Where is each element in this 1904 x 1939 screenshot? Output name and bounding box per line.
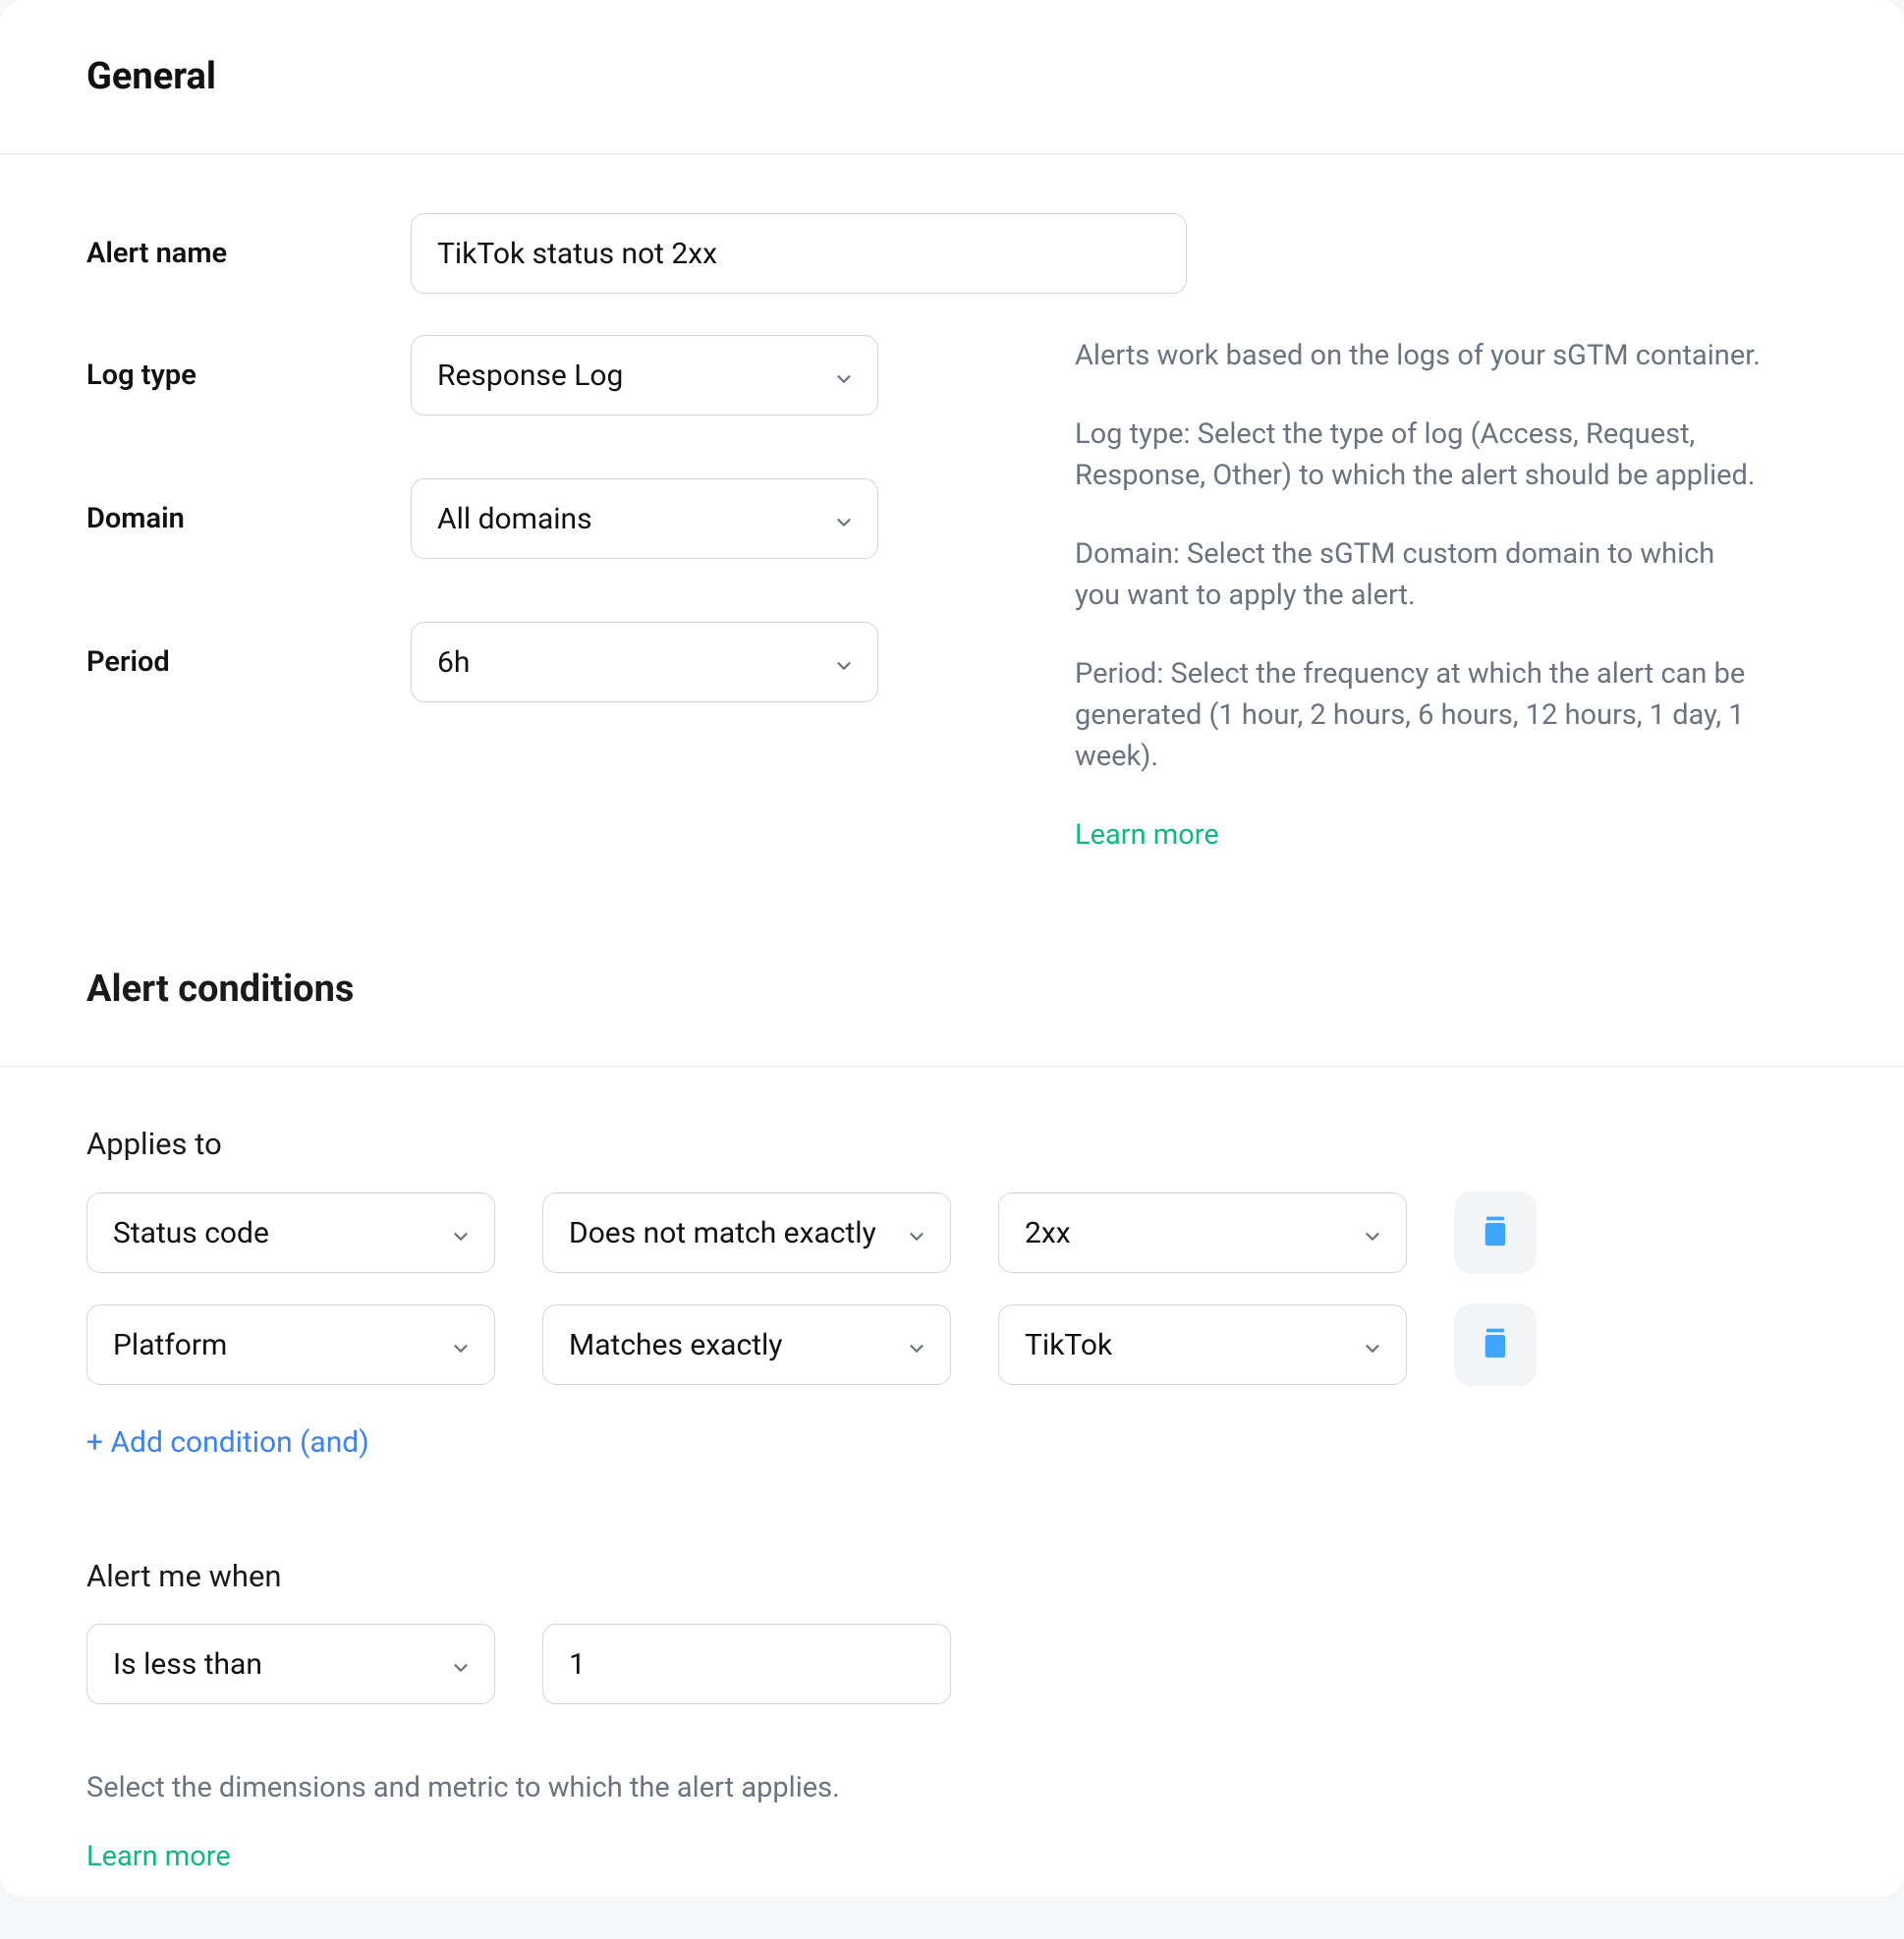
period-row: Period 6h: [86, 622, 878, 702]
conditions-header: Alert conditions: [0, 879, 1904, 1066]
alert-name-input[interactable]: [411, 213, 1187, 294]
trash-icon: [1480, 1326, 1511, 1364]
period-select[interactable]: 6h: [411, 622, 878, 702]
general-learn-more-link[interactable]: Learn more: [1075, 814, 1763, 856]
domain-select[interactable]: All domains: [411, 478, 878, 559]
info-p1: Alerts work based on the logs of your sG…: [1075, 335, 1763, 376]
alert-name-row: Alert name: [86, 213, 1818, 294]
alert-me-when-label: Alert me when: [86, 1558, 1818, 1594]
delete-condition-button[interactable]: [1454, 1303, 1537, 1386]
conditions-title: Alert conditions: [86, 968, 1818, 1011]
info-p3: Domain: Select the sGTM custom domain to…: [1075, 533, 1763, 616]
applies-to-label: Applies to: [86, 1126, 1818, 1162]
condition-row: Platform Matches exactly TikTok: [86, 1303, 1818, 1386]
alert-name-label: Alert name: [86, 237, 411, 270]
general-info: Alerts work based on the logs of your sG…: [1075, 335, 1763, 856]
log-type-row: Log type Response Log: [86, 335, 878, 416]
conditions-learn-more-link[interactable]: Learn more: [86, 1840, 231, 1873]
log-type-label: Log type: [86, 359, 411, 392]
domain-row: Domain All domains: [86, 478, 878, 559]
info-p2: Log type: Select the type of log (Access…: [1075, 414, 1763, 496]
log-type-select[interactable]: Response Log: [411, 335, 878, 416]
alert-me-when-row: Is less than: [86, 1624, 1818, 1704]
condition-dimension-select[interactable]: Status code: [86, 1192, 495, 1273]
period-label: Period: [86, 645, 411, 679]
condition-operator-select[interactable]: Does not match exactly: [542, 1192, 951, 1273]
conditions-help-text: Select the dimensions and metric to whic…: [86, 1771, 1818, 1804]
condition-operator-select[interactable]: Matches exactly: [542, 1304, 951, 1385]
condition-value-select[interactable]: TikTok: [998, 1304, 1407, 1385]
comparison-select[interactable]: Is less than: [86, 1624, 495, 1704]
general-title: General: [86, 55, 1818, 98]
threshold-input[interactable]: [542, 1624, 951, 1704]
add-condition-link[interactable]: + Add condition (and): [86, 1425, 369, 1460]
general-header: General: [0, 0, 1904, 154]
trash-icon: [1480, 1214, 1511, 1252]
domain-label: Domain: [86, 502, 411, 535]
delete-condition-button[interactable]: [1454, 1191, 1537, 1274]
info-p4: Period: Select the frequency at which th…: [1075, 653, 1763, 777]
condition-dimension-select[interactable]: Platform: [86, 1304, 495, 1385]
condition-value-select[interactable]: 2xx: [998, 1192, 1407, 1273]
condition-row: Status code Does not match exactly 2xx: [86, 1191, 1818, 1274]
